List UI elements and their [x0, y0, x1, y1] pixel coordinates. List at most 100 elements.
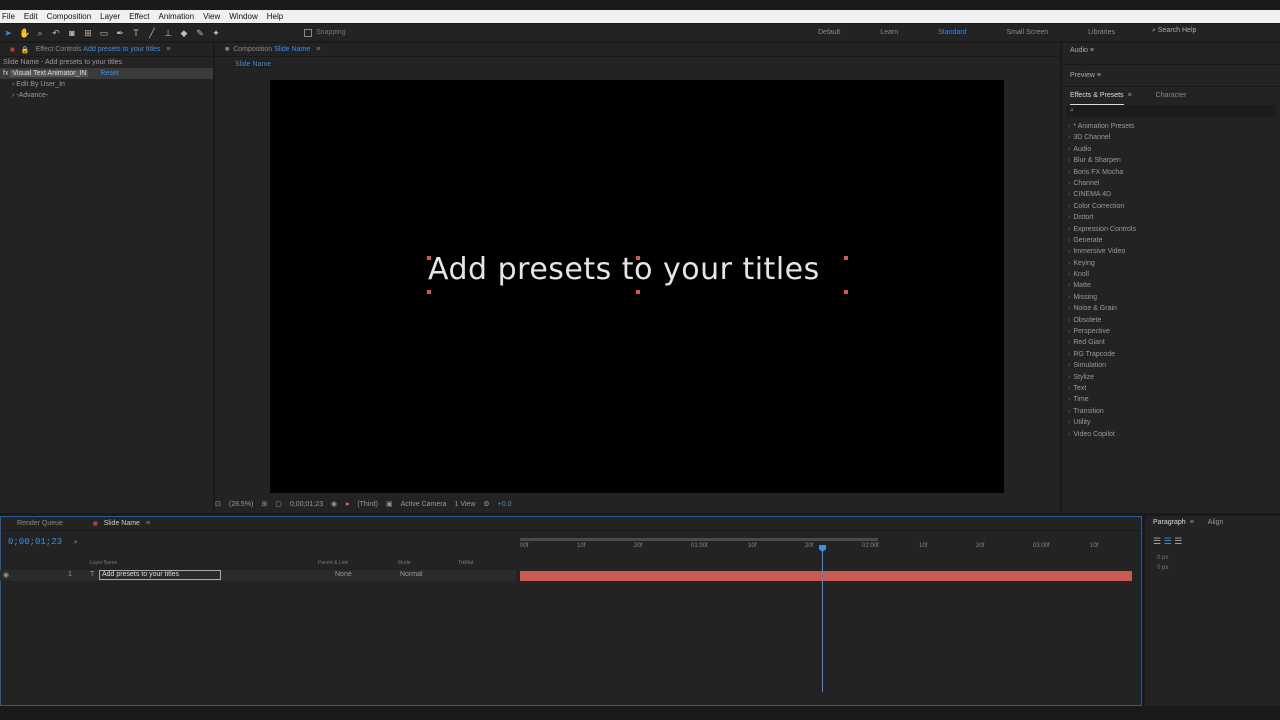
list-item[interactable]: Time — [1062, 394, 1280, 405]
menu-animation[interactable]: Animation — [158, 12, 194, 21]
region-icon[interactable]: ▣ — [386, 500, 393, 508]
list-item[interactable]: Video Copilot — [1062, 429, 1280, 440]
col-layer-name[interactable]: Layer Name — [90, 560, 117, 566]
type-tool-icon[interactable]: T — [131, 28, 141, 38]
workspace-standard[interactable]: Standard — [938, 29, 966, 36]
align-center-icon[interactable]: ☰ — [1164, 536, 1172, 546]
snapping-toggle[interactable]: Snapping — [304, 28, 346, 37]
menu-composition[interactable]: Composition — [47, 12, 91, 21]
align-tab[interactable]: Align — [1208, 516, 1224, 530]
menu-edit[interactable]: Edit — [24, 12, 38, 21]
selection-tool-icon[interactable]: ➤ — [3, 28, 13, 38]
close-icon[interactable]: ■ — [10, 45, 15, 54]
list-item[interactable]: Stylize — [1062, 372, 1280, 383]
magnification-icon[interactable]: ⊡ — [215, 500, 221, 508]
workspace-libraries[interactable]: Libraries — [1088, 29, 1115, 36]
list-item[interactable]: Matte — [1062, 280, 1280, 291]
list-item[interactable]: RG Trapcode — [1062, 349, 1280, 360]
camera-select[interactable]: Active Camera — [401, 501, 447, 508]
view-layout-select[interactable]: 1 View — [454, 501, 475, 508]
workspace-small-screen[interactable]: Small Screen — [1007, 29, 1049, 36]
timeline-current-time[interactable]: 0;00;01;23 — [8, 537, 62, 547]
hand-tool-icon[interactable]: ✋ — [19, 28, 30, 38]
list-item[interactable]: Perspective — [1062, 326, 1280, 337]
snapping-checkbox[interactable] — [304, 28, 312, 37]
indent-first-field[interactable]: 0 px — [1157, 563, 1280, 573]
list-item[interactable]: Red Giant — [1062, 337, 1280, 348]
align-left-icon[interactable]: ☰ — [1153, 536, 1161, 546]
preview-panel-tab[interactable]: Preview ≡ — [1062, 65, 1280, 87]
panel-menu-icon[interactable]: ≡ — [1190, 516, 1194, 530]
brush-tool-icon[interactable]: ╱ — [147, 28, 157, 38]
menu-layer[interactable]: Layer — [100, 12, 120, 21]
clone-stamp-tool-icon[interactable]: ⊥ — [163, 28, 173, 38]
list-item[interactable]: Text — [1062, 383, 1280, 394]
panel-menu-icon[interactable]: ≡ — [1128, 87, 1132, 105]
text-bbox-handle[interactable] — [427, 256, 431, 260]
composition-tab[interactable]: ■ Composition Slide Name ≡ — [215, 43, 1060, 57]
list-item[interactable]: Utility — [1062, 417, 1280, 428]
list-item[interactable]: Blur & Sharpen — [1062, 155, 1280, 166]
list-item[interactable]: Color Correction — [1062, 201, 1280, 212]
menu-help[interactable]: Help — [267, 12, 283, 21]
text-bbox-handle[interactable] — [844, 290, 848, 294]
breadcrumb-item[interactable]: Slide Name — [233, 61, 274, 68]
list-item[interactable]: Audio — [1062, 144, 1280, 155]
list-item[interactable]: Simulation — [1062, 360, 1280, 371]
current-time[interactable]: 0;00;01;23 — [290, 501, 323, 508]
eye-icon[interactable]: ◉ — [3, 571, 9, 579]
menu-view[interactable]: View — [203, 12, 220, 21]
col-trkmat[interactable]: TrkMat — [458, 560, 473, 566]
text-bbox-handle[interactable] — [844, 256, 848, 260]
timeline-comp-tab[interactable]: Slide Name — [104, 520, 140, 527]
color-channel-icon[interactable]: ● — [345, 501, 349, 508]
panel-menu-icon[interactable]: ≡ — [316, 46, 320, 53]
list-item[interactable]: Immersive Video — [1062, 246, 1280, 257]
eraser-tool-icon[interactable]: ◆ — [179, 28, 189, 38]
list-item[interactable]: CINEMA 4D — [1062, 189, 1280, 200]
lock-icon[interactable]: 🔒 — [21, 46, 30, 54]
align-right-icon[interactable]: ☰ — [1174, 536, 1182, 546]
effect-row[interactable]: fx Visual Text Animator_IN Reset — [0, 68, 213, 79]
list-item[interactable]: Boris FX Mocha — [1062, 167, 1280, 178]
list-item[interactable]: Noise & Grain — [1062, 303, 1280, 314]
fast-preview-icon[interactable]: ⚙ — [483, 500, 489, 508]
list-item[interactable]: Channel — [1062, 178, 1280, 189]
pan-behind-tool-icon[interactable]: ⊞ — [83, 28, 93, 38]
timeline-search-input[interactable]: ⌕ — [74, 539, 374, 549]
mask-icon[interactable]: ▢ — [275, 500, 282, 508]
character-tab[interactable]: Character — [1156, 87, 1187, 105]
list-item[interactable]: * Animation Presets — [1062, 121, 1280, 132]
table-row[interactable]: ◉ 1 T Add presets to your titles None No… — [0, 570, 516, 581]
text-bbox-handle[interactable] — [636, 290, 640, 294]
exposure-value[interactable]: +0.0 — [498, 501, 512, 508]
mode-select[interactable]: Normal — [400, 571, 423, 578]
roto-brush-tool-icon[interactable]: ✎ — [195, 28, 205, 38]
effect-controls-tab[interactable]: ■ 🔒 Effect Controls Add presets to your … — [0, 43, 213, 57]
menu-effect[interactable]: Effect — [129, 12, 149, 21]
list-item[interactable]: Transition — [1062, 406, 1280, 417]
list-item[interactable]: Keying — [1062, 258, 1280, 269]
list-item[interactable]: 3D Channel — [1062, 132, 1280, 143]
list-item[interactable]: Expression Controls — [1062, 224, 1280, 235]
list-item[interactable]: Distort — [1062, 212, 1280, 223]
workspace-default[interactable]: Default — [818, 29, 840, 36]
effect-param-edit-by-user[interactable]: › Edit By User_In — [0, 79, 213, 90]
menu-file[interactable]: File — [2, 12, 15, 21]
text-bbox-handle[interactable] — [636, 256, 640, 260]
close-icon[interactable]: ■ — [93, 519, 98, 528]
parent-select[interactable]: None — [335, 571, 352, 578]
snapshot-icon[interactable]: ◉ — [331, 500, 337, 508]
list-item[interactable]: Missing — [1062, 292, 1280, 303]
workspace-learn[interactable]: Learn — [880, 29, 898, 36]
camera-tool-icon[interactable]: ◙ — [67, 28, 77, 38]
layer-name[interactable]: Add presets to your titles — [99, 570, 221, 580]
rectangle-tool-icon[interactable]: ▭ — [99, 28, 109, 38]
search-help-field[interactable]: ⌕ Search Help — [1152, 27, 1196, 35]
list-item[interactable]: Generate — [1062, 235, 1280, 246]
effect-param-advance[interactable]: › -Advance- — [0, 90, 213, 101]
resolution-select[interactable]: (Third) — [357, 501, 378, 508]
layer-duration-bar[interactable] — [520, 571, 1132, 581]
render-queue-tab[interactable]: Render Queue — [17, 520, 63, 527]
effects-search-input[interactable]: ⌕ — [1066, 105, 1276, 117]
